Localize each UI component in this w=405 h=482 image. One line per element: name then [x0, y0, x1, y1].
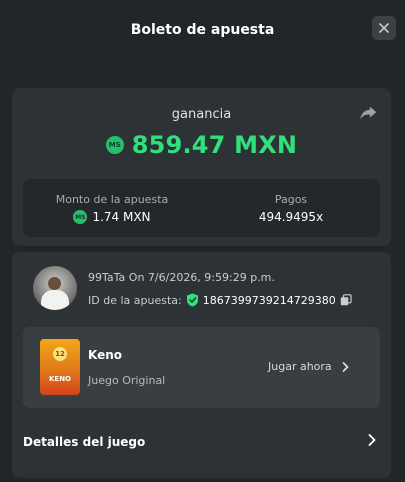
chevron-right-icon [368, 434, 376, 446]
play-now-button[interactable]: Jugar ahora [268, 360, 349, 373]
bet-id-value: 1867399739214729380 [202, 293, 336, 307]
ticket-perforation [24, 245, 381, 251]
copy-icon[interactable] [340, 294, 352, 306]
game-name: Keno [88, 348, 123, 362]
bet-amount-stat: Monto de la apuesta MS 1.74 MXN [23, 193, 201, 224]
chevron-right-icon [342, 361, 349, 372]
game-subtitle: Juego Original [88, 374, 166, 387]
bet-stats-panel: Monto de la apuesta MS 1.74 MXN Pagos 49… [23, 179, 380, 237]
keno-thumbnail: 12 KENO [40, 339, 80, 395]
payout-amount-row: MS 859.47 MXN [12, 131, 391, 159]
close-button[interactable] [372, 16, 396, 40]
user-date-line: 99TaTa On 7/6/2026, 9:59:29 p.m. [88, 271, 275, 284]
bet-date: On 7/6/2026, 9:59:29 p.m. [128, 271, 275, 284]
game-details-label: Detalles del juego [23, 435, 146, 449]
payout-multiplier-value: 494.9495x [258, 210, 324, 224]
bet-amount-value: 1.74 MXN [92, 210, 151, 224]
currency-coin-icon: MS [105, 136, 124, 154]
payout-multiplier-stat: Pagos 494.9495x [202, 193, 380, 224]
close-icon [379, 23, 389, 33]
game-details-row[interactable]: Detalles del juego [23, 432, 380, 452]
payout-amount: 859.47 MXN [131, 131, 298, 159]
share-icon[interactable] [357, 102, 379, 124]
currency-coin-icon: MS [73, 210, 88, 224]
payout-multiplier-label: Pagos [274, 193, 308, 206]
game-card[interactable]: 12 KENO Keno Juego Original Jugar ahora [23, 327, 380, 408]
bet-id-line: ID de la apuesta: 1867399739214729380 [88, 293, 352, 307]
keno-ball-icon: 12 [53, 347, 67, 361]
bet-info-card: 99TaTa On 7/6/2026, 9:59:29 p.m. ID de l… [12, 252, 391, 478]
play-now-label: Jugar ahora [268, 360, 332, 373]
username[interactable]: 99TaTa [88, 271, 125, 284]
bet-amount-label: Monto de la apuesta [55, 193, 169, 206]
avatar[interactable] [33, 266, 77, 310]
ticket-title: Boleto de apuesta [130, 22, 275, 38]
keno-thumb-label: KENO [48, 375, 71, 383]
bet-id-label: ID de la apuesta: [88, 293, 182, 307]
gain-label: ganancia [171, 107, 232, 122]
payout-card: ganancia MS 859.47 MXN Monto de la apues… [12, 88, 391, 246]
verified-shield-icon [186, 293, 198, 307]
